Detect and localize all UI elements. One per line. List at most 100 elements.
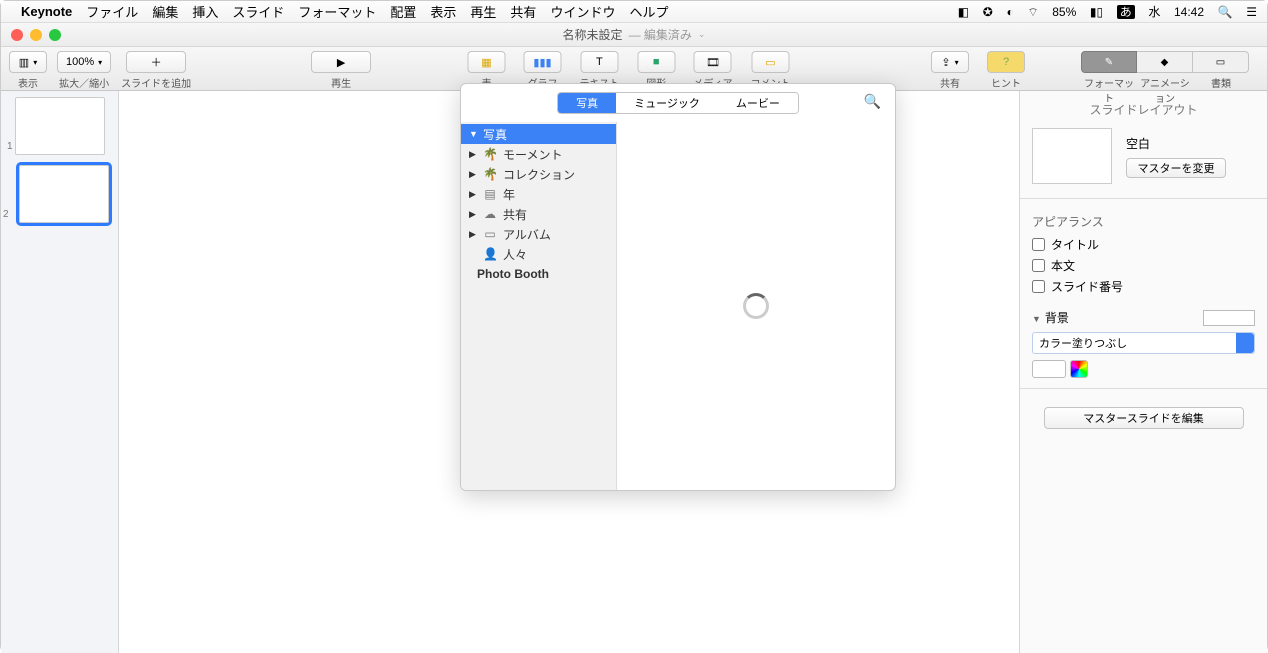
slide-number-2: 2 [3,209,9,223]
table-button[interactable]: ▦ [467,51,505,73]
fullscreen-window-button[interactable] [49,29,61,41]
appearance-label: アピアランス [1032,213,1255,230]
source-moments[interactable]: ▶🌴モーメント [461,144,616,164]
layout-preview[interactable] [1032,128,1112,184]
checkbox-body[interactable]: 本文 [1032,257,1255,274]
menu-help[interactable]: ヘルプ [629,2,668,21]
source-albums[interactable]: ▶▭アルバム [461,224,616,244]
background-preview-swatch[interactable] [1203,310,1255,326]
view-icon: ▥ [19,56,29,69]
minimize-window-button[interactable] [30,29,42,41]
spotlight-icon[interactable]: 🔍 [1218,5,1233,19]
share-label: 共有 [940,75,960,90]
add-slide-label: スライドを追加 [121,75,191,90]
tab-document[interactable]: ▭ [1193,51,1249,73]
chart-button[interactable]: ▮▮▮ [523,51,561,73]
media-source-list[interactable]: ▼写真 ▶🌴モーメント ▶🌴コレクション ▶▤年 ▶☁共有 ▶▭アルバム ▶👤人… [461,122,617,490]
layout-name: 空白 [1126,135,1226,152]
menu-share[interactable]: 共有 [510,2,536,21]
palm-icon: 🌴 [483,147,497,161]
fill-color-swatch[interactable] [1032,360,1066,378]
menu-format[interactable]: フォーマット [298,2,376,21]
inspector: スライドレイアウト 空白 マスターを変更 アピアランス タイトル 本文 スライド… [1019,91,1267,653]
loading-spinner-icon [743,293,769,319]
color-picker-button[interactable] [1070,360,1088,378]
palm-icon: 🌴 [483,167,497,181]
view-button[interactable]: ▥▾ [9,51,47,73]
app-name[interactable]: Keynote [21,4,72,19]
hint-label: ヒント [991,75,1021,90]
menu-insert[interactable]: 挿入 [192,2,218,21]
media-browser-popover: 写真 ミュージック ムービー 🔍 ▼写真 ▶🌴モーメント ▶🌴コレクション ▶▤… [460,83,896,491]
close-window-button[interactable] [11,29,23,41]
checkbox-title[interactable]: タイトル [1032,236,1255,253]
view-label: 表示 [18,75,38,90]
tab-format-label: フォーマット [1081,75,1137,105]
ime-indicator[interactable]: あ [1117,5,1135,19]
search-icon[interactable]: 🔍 [864,93,881,110]
menu-file[interactable]: ファイル [86,2,138,21]
album-icon: ▭ [483,227,497,241]
source-photos[interactable]: ▼写真 [461,124,616,144]
tab-animation[interactable]: ◆ [1137,51,1193,73]
menu-slide[interactable]: スライド [232,2,284,21]
calendar-icon: ▤ [483,187,497,201]
source-photobooth[interactable]: Photo Booth [461,264,616,284]
shape-button[interactable]: ■ [637,51,675,73]
tab-animation-label: アニメーション [1137,75,1193,105]
tab-document-label: 書類 [1193,75,1249,105]
media-button[interactable]: 🎞 [694,51,732,73]
add-slide-button[interactable]: ＋ [126,51,186,73]
cloud-icon: ☁ [483,207,497,221]
play-button[interactable]: ▶ [311,51,371,73]
menubar: Keynote ファイル 編集 挿入 スライド フォーマット 配置 表示 再生 … [1,1,1267,23]
text-button[interactable]: T [580,51,618,73]
menu-edit[interactable]: 編集 [152,2,178,21]
zoom-button[interactable]: 100%▾ [57,51,111,73]
menu-arrange[interactable]: 配置 [390,2,416,21]
change-master-button[interactable]: マスターを変更 [1126,158,1226,178]
slide-navigator[interactable]: 1 2 [1,91,119,653]
source-years[interactable]: ▶▤年 [461,184,616,204]
media-content-area [617,122,895,490]
media-tab-music[interactable]: ミュージック [616,93,718,113]
menu-play[interactable]: 再生 [470,2,496,21]
slide-number-1: 1 [7,141,13,155]
hint-button[interactable]: ? [987,51,1025,73]
document-title[interactable]: 名称未設定 [563,26,623,43]
diamond-icon: ◆ [1161,57,1169,68]
background-label[interactable]: 背景 [1032,309,1069,326]
document-edited-label[interactable]: — 編集済み [629,26,692,43]
status-icon-1[interactable]: ◧ [958,5,969,19]
clock-day: 水 [1148,5,1160,19]
title-chevron-icon[interactable]: ⌄ [698,29,706,40]
menu-view[interactable]: 表示 [430,2,456,21]
source-shared[interactable]: ▶☁共有 [461,204,616,224]
comment-button[interactable]: ▭ [752,51,790,73]
status-icon-2[interactable]: ✪ [983,5,993,19]
brush-icon: ✎ [1105,57,1113,68]
window-titlebar: 名称未設定 — 編集済み ⌄ [1,23,1267,47]
menu-extra-icon[interactable]: ☰ [1246,5,1257,19]
source-people[interactable]: ▶👤人々 [461,244,616,264]
battery-icon[interactable]: ▮▯ [1090,5,1103,19]
fill-type-select[interactable]: カラー塗りつぶし [1032,332,1255,354]
clock-time: 14:42 [1174,5,1204,19]
media-tab-photos[interactable]: 写真 [558,93,616,113]
zoom-label: 拡大／縮小 [59,75,109,90]
checkbox-slide-number[interactable]: スライド番号 [1032,278,1255,295]
slide-thumb-2[interactable] [19,165,109,223]
person-icon: 👤 [483,247,497,261]
doc-icon: ▭ [1216,57,1225,68]
tab-format[interactable]: ✎ [1081,51,1137,73]
wifi-icon[interactable]: ⌔ [1027,5,1038,19]
source-collections[interactable]: ▶🌴コレクション [461,164,616,184]
menu-window[interactable]: ウインドウ [550,2,615,21]
slide-thumb-1[interactable] [15,97,105,155]
edit-master-slide-button[interactable]: マスタースライドを編集 [1044,407,1244,429]
status-icon-3[interactable]: ◐ [1006,5,1013,19]
battery-percent: 85% [1052,5,1076,19]
share-button[interactable]: ⇪▾ [931,51,969,73]
media-tab-movies[interactable]: ムービー [718,93,798,113]
play-label: 再生 [331,75,351,90]
